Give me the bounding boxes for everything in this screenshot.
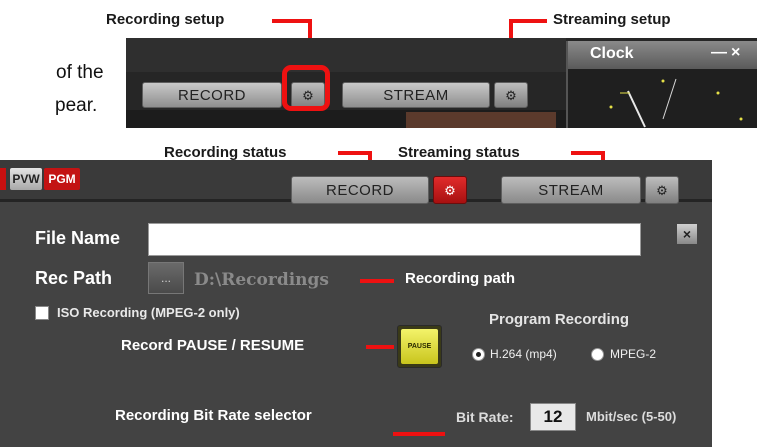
- close-icon[interactable]: ×: [677, 224, 697, 244]
- format-radio-h264[interactable]: [472, 348, 485, 361]
- iso-recording-checkbox[interactable]: [35, 306, 49, 320]
- rec-path-label: Rec Path: [35, 268, 113, 288]
- annotation-streaming-setup: Streaming setup: [553, 11, 671, 28]
- annotation-streaming-status: Streaming status: [398, 144, 520, 161]
- gear-icon: ⚙: [444, 182, 456, 198]
- stream-button[interactable]: STREAM: [342, 82, 490, 108]
- streaming-setup-button[interactable]: ⚙: [494, 82, 528, 108]
- annotation-record-pause: Record PAUSE / RESUME: [121, 337, 305, 354]
- rec-path-value: D:\Recordings: [194, 270, 329, 290]
- pause-label: PAUSE: [401, 329, 438, 364]
- pvw-badge[interactable]: PVW: [10, 168, 42, 190]
- annotation-line: [509, 19, 547, 23]
- recording-status-gear-button[interactable]: ⚙: [433, 176, 467, 204]
- background-text: of the: [56, 62, 104, 83]
- background-text: pear.: [55, 95, 98, 116]
- pgm-badge[interactable]: PGM: [44, 168, 80, 190]
- clock-hand: [627, 90, 646, 128]
- iso-recording-label: ISO Recording (MPEG-2 only): [57, 305, 240, 320]
- program-recording-title: Program Recording: [489, 311, 630, 328]
- browse-button[interactable]: ...: [148, 262, 184, 294]
- annotation-bitrate-selector: Recording Bit Rate selector: [115, 407, 312, 424]
- bitrate-unit: Mbit/sec (5-50): [586, 409, 677, 424]
- clock-tick: [716, 91, 720, 95]
- gear-icon: ⚙: [656, 182, 668, 198]
- format-option-mpeg2: MPEG-2: [610, 347, 657, 361]
- clock-dial: [609, 78, 743, 128]
- annotation-recording-setup: Recording setup: [106, 11, 225, 28]
- format-option-h264: H.264 (mp4): [490, 347, 557, 361]
- preview-strip: [406, 112, 556, 128]
- clock-face: [568, 69, 757, 128]
- clock-hand: [662, 78, 677, 120]
- annotation-line: [366, 345, 394, 349]
- gear-icon: ⚙: [505, 87, 517, 103]
- annotation-recording-path: Recording path: [405, 270, 516, 287]
- annotation-line: [338, 151, 372, 155]
- streaming-status-button[interactable]: STREAM: [501, 176, 641, 204]
- bitrate-label: Bit Rate:: [456, 409, 514, 425]
- clock-tick: [661, 79, 665, 83]
- annotation-line: [571, 151, 605, 155]
- annotation-line: [272, 19, 312, 23]
- clock-tick: [609, 105, 613, 109]
- streaming-status-gear-button[interactable]: ⚙: [645, 176, 679, 204]
- annotation-line: [360, 279, 394, 283]
- close-icon[interactable]: ×: [731, 44, 740, 62]
- page-margin: [712, 160, 757, 447]
- clock-title: Clock: [568, 41, 757, 69]
- recording-status-button[interactable]: RECORD: [291, 176, 429, 204]
- format-radio-mpeg2[interactable]: [591, 348, 604, 361]
- clock-tick: [739, 117, 743, 121]
- record-button[interactable]: RECORD: [142, 82, 282, 108]
- annotation-recording-status: Recording status: [164, 144, 287, 161]
- file-name-input[interactable]: [148, 223, 641, 256]
- tally-edge: [0, 168, 6, 190]
- pause-resume-button[interactable]: PAUSE: [397, 325, 442, 368]
- bitrate-input[interactable]: 12: [530, 403, 576, 431]
- file-name-label: File Name: [35, 228, 121, 248]
- annotation-line: [393, 432, 445, 436]
- minimize-icon[interactable]: —: [711, 44, 727, 62]
- clock-window: Clock — ×: [566, 41, 757, 128]
- toolbar-bg: [126, 38, 566, 72]
- highlight-box: [282, 65, 330, 111]
